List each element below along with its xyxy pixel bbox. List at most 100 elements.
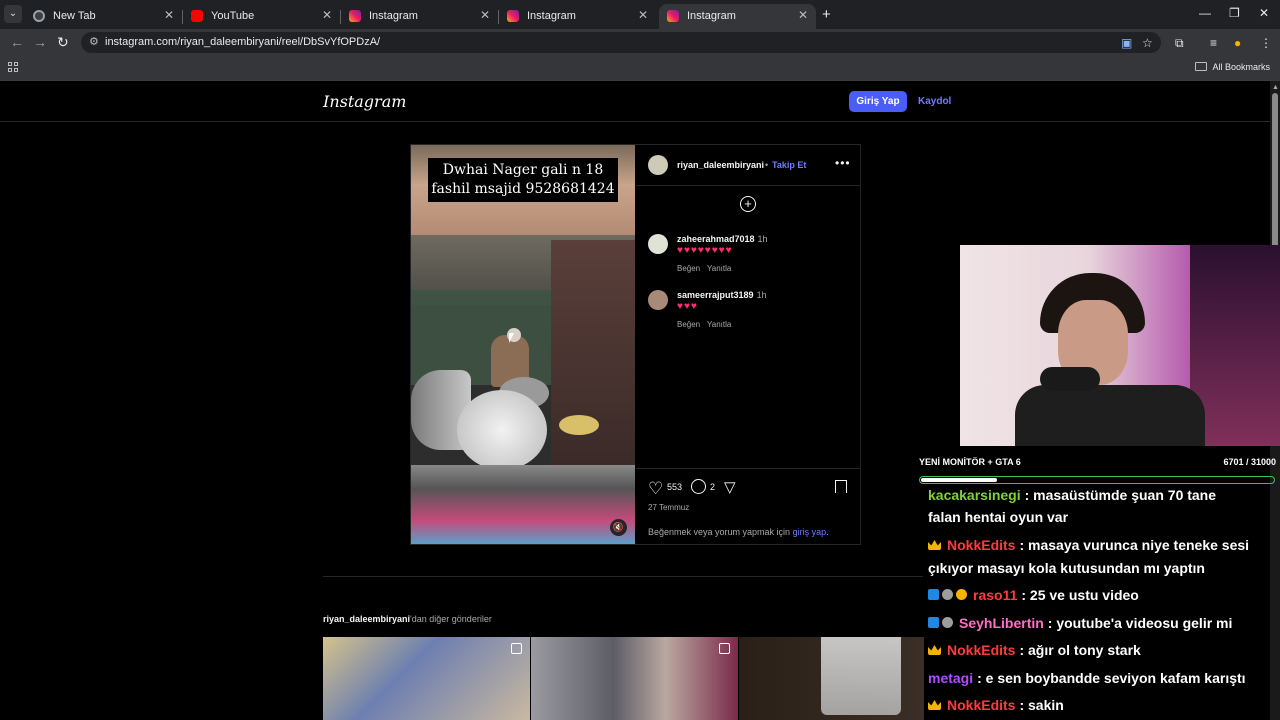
tab-label: Instagram [527, 10, 576, 22]
reload-icon[interactable]: ↻ [57, 34, 69, 51]
follow-button[interactable]: Takip Et [772, 160, 806, 170]
author-username[interactable]: riyan_daleembiryani [677, 160, 764, 170]
forward-icon[interactable]: → [33, 34, 47, 50]
comment-username[interactable]: zaheerahmad7018 1h [677, 234, 768, 244]
video-caption-overlay: Dwhai Nager gali n 18 fashil msajid 9528… [428, 158, 618, 202]
crown-badge-icon [928, 700, 941, 710]
tab-label: YouTube [211, 10, 255, 22]
cast-icon[interactable]: ▣ [1121, 36, 1132, 50]
signup-link[interactable]: Kaydol [918, 96, 951, 107]
author-avatar[interactable] [648, 155, 668, 175]
profile-icon[interactable]: ● [1234, 36, 1241, 50]
new-tab-button[interactable]: + [822, 6, 831, 23]
tab-instagram-active[interactable]: Instagram ✕ [659, 4, 816, 29]
video-pot-lid [457, 390, 547, 470]
bookmarks-bar: All Bookmarks [0, 56, 1280, 81]
more-post-thumbnail[interactable] [531, 637, 738, 720]
separator-dot: • [765, 160, 769, 170]
tab-label: Instagram [687, 10, 736, 22]
tab-search-button[interactable]: ⌄ [4, 5, 22, 23]
folder-icon [1195, 62, 1208, 71]
comment-username[interactable]: sameerrajput3189 1h [677, 290, 767, 300]
heart-icon[interactable]: ♡ [648, 479, 663, 499]
gear-badge-icon [942, 617, 953, 628]
login-button[interactable]: Giriş Yap [849, 91, 907, 112]
address-toolbar: ← → ↻ ⚙ instagram.com/riyan_daleembiryan… [0, 29, 1280, 56]
reel-icon [511, 643, 522, 654]
tab-new-tab[interactable]: New Tab ✕ [25, 4, 183, 29]
restore-icon[interactable]: ❐ [1229, 6, 1240, 20]
close-icon[interactable]: ✕ [638, 8, 648, 22]
like-comment-button[interactable]: Beğen [677, 320, 700, 329]
chat-text: falan hentai oyun var [928, 509, 1069, 525]
chat-message: NokkEdits: masaya vurunca niye teneke se… [928, 537, 1249, 553]
instagram-logo[interactable]: Instagram [323, 92, 406, 111]
close-icon[interactable]: ✕ [480, 8, 490, 22]
close-icon[interactable]: ✕ [798, 8, 808, 22]
window-close-icon[interactable]: ✕ [1259, 6, 1269, 20]
post-actions: ♡ 553 2 ▽ 27 Temmuz Beğenmek veya yorum … [636, 468, 860, 545]
chat-text: : e sen boybandde seviyon kafam karıştı [977, 670, 1246, 686]
site-info-icon[interactable]: ⚙ [89, 35, 99, 48]
extensions-icon[interactable]: ⧉ [1175, 36, 1184, 51]
apps-grid-icon[interactable] [8, 62, 18, 72]
close-icon[interactable]: ✕ [164, 8, 174, 22]
comment-time: 1h [756, 290, 767, 300]
chat-message: SeyhLibertin: youtube'a videosu gelir mi [928, 615, 1232, 631]
commenter-avatar[interactable] [648, 234, 668, 254]
address-bar[interactable]: ⚙ instagram.com/riyan_daleembiryani/reel… [81, 32, 1161, 53]
goal-count: 6701 / 31000 [1223, 457, 1276, 467]
youtube-icon [191, 10, 203, 22]
chat-message: NokkEdits: sakin [928, 697, 1064, 713]
video-bowl [559, 415, 599, 435]
chat-message: çıkıyor masayı kola kutusundan mı yaptın [928, 560, 1205, 576]
video-wall-right [551, 240, 635, 470]
tab-instagram-1[interactable]: Instagram ✕ [341, 4, 499, 29]
instagram-header: Instagram Giriş Yap Kaydol [0, 81, 1270, 122]
stream-chat: kacakarsinegi: masaüstümde şuan 70 tane … [919, 487, 1280, 720]
login-prompt: Beğenmek veya yorum yapmak için giriş ya… [648, 527, 829, 537]
add-icon[interactable]: + [740, 196, 756, 212]
tab-youtube[interactable]: YouTube ✕ [183, 4, 341, 29]
goal-title: YENİ MONİTÖR + GTA 6 [919, 457, 1021, 467]
chat-username: NokkEdits [947, 537, 1016, 553]
instagram-icon [349, 10, 361, 22]
tab-label: Instagram [369, 10, 418, 22]
comment-text: ♥♥♥ [677, 301, 698, 312]
chat-username: NokkEdits [947, 642, 1016, 658]
like-count: 553 [667, 482, 683, 492]
share-icon[interactable]: ▽ [724, 478, 736, 496]
post-sidebar: riyan_daleembiryani • Takip Et ••• + zah… [636, 145, 860, 544]
like-comment-button[interactable]: Beğen [677, 264, 700, 273]
comment-icon[interactable] [691, 479, 706, 494]
comment-text: ♥♥♥♥♥♥♥♥ [677, 245, 733, 256]
more-post-thumbnail[interactable] [739, 637, 924, 720]
bookmark-icon[interactable] [835, 480, 847, 493]
all-bookmarks-button[interactable]: All Bookmarks [1195, 62, 1270, 72]
crown-badge-icon [928, 540, 941, 550]
reel-video[interactable]: Dwhai Nager gali n 18 fashil msajid 9528… [411, 145, 635, 544]
back-icon[interactable]: ← [10, 34, 24, 50]
login-prompt-link[interactable]: giriş yap [793, 527, 827, 537]
comment-item: sameerrajput3189 1h ♥♥♥ Beğen Yanıtla [648, 288, 858, 332]
chat-message: falan hentai oyun var [928, 509, 1068, 525]
more-posts-username[interactable]: riyan_daleembiryani [323, 614, 410, 624]
tab-instagram-2[interactable]: Instagram ✕ [499, 4, 656, 29]
close-icon[interactable]: ✕ [322, 8, 332, 22]
chat-message: metagi: e sen boybandde seviyon kafam ka… [928, 670, 1246, 686]
mute-icon[interactable]: 🔇 [610, 519, 627, 536]
menu-icon[interactable]: ⋮ [1260, 36, 1272, 50]
cube-badge-icon [928, 589, 939, 600]
commenter-avatar[interactable] [648, 290, 668, 310]
more-options-icon[interactable]: ••• [835, 156, 851, 170]
scroll-up-icon[interactable]: ▲ [1272, 84, 1279, 91]
media-icon[interactable]: ≡ [1210, 36, 1217, 50]
reply-button[interactable]: Yanıtla [707, 264, 731, 273]
more-post-thumbnail[interactable] [323, 637, 530, 720]
bookmark-star-icon[interactable]: ☆ [1142, 36, 1153, 50]
reply-button[interactable]: Yanıtla [707, 320, 731, 329]
chat-text: : masaüstümde şuan 70 tane [1024, 487, 1217, 503]
mouse-cursor [509, 333, 514, 343]
chat-text: : sakin [1019, 697, 1064, 713]
minimize-icon[interactable]: — [1199, 6, 1211, 20]
